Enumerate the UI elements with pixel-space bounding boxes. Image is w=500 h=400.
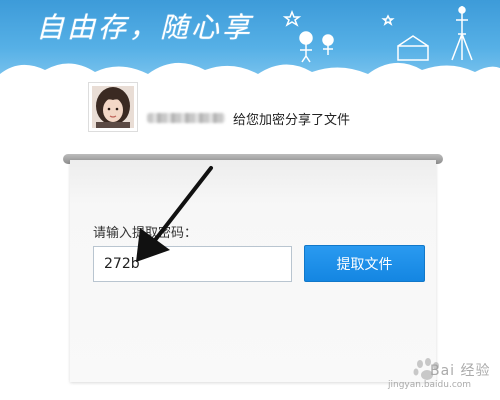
watermark-brand: Bai 经验 (430, 363, 491, 379)
code-label: 请输入提取密码： (93, 226, 198, 241)
share-message: 给您加密分享了文件 (233, 113, 351, 128)
extract-code-input[interactable] (93, 246, 292, 282)
extract-file-button[interactable]: 提取文件 (304, 245, 425, 282)
sharer-username-blurred (147, 113, 225, 123)
header-banner: 自由存，随心享 (0, 0, 500, 80)
watermark-url: jingyan.baidu.com (388, 380, 472, 390)
banner-slogan: 自由存，随心享 (36, 11, 254, 44)
avatar-image (92, 86, 134, 128)
avatar (88, 82, 138, 132)
cloud-border (0, 62, 500, 80)
card-scalloped-edge (70, 376, 436, 388)
